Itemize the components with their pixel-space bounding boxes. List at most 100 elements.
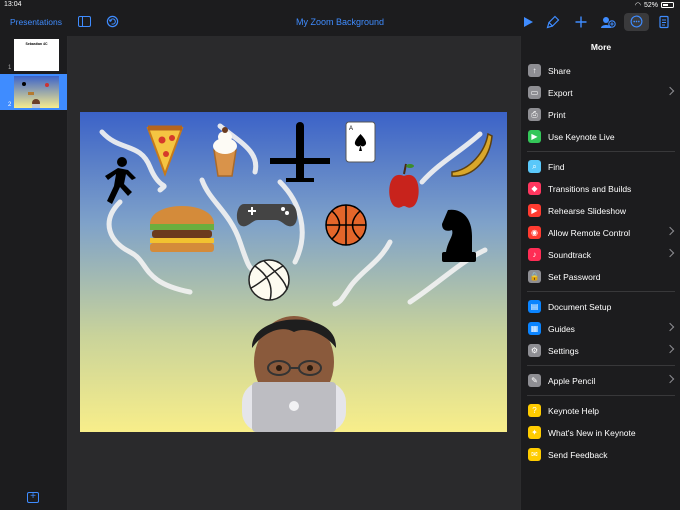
pizza-icon <box>146 125 184 177</box>
wifi-icon: ◠ <box>634 2 641 9</box>
airplane-icon <box>270 122 330 182</box>
menu-item-apple-pencil[interactable]: ✎ Apple Pencil <box>521 370 680 392</box>
menu-item-export[interactable]: ▭ Export <box>521 82 680 104</box>
menu-item-soundtrack[interactable]: ♪ Soundtrack <box>521 244 680 266</box>
menu-item-find[interactable]: ⌕ Find <box>521 156 680 178</box>
menu-item-label: What's New in Keynote <box>548 428 636 438</box>
apple-icon <box>389 163 419 208</box>
slide-thumbnail-2 <box>14 76 59 108</box>
slide-navigator: 1 Sebastian 4C 2 + <box>0 36 68 510</box>
remote-icon: ◉ <box>528 226 541 239</box>
lock-icon: 🔒 <box>528 270 541 283</box>
menu-item-document-setup[interactable]: ▤ Document Setup <box>521 296 680 318</box>
keynote-live-icon: ▶ <box>528 130 541 143</box>
chevron-right-icon <box>665 322 675 332</box>
menu-item-print[interactable]: ⎙ Print <box>521 104 680 126</box>
slide-artwork: A <box>99 121 493 432</box>
more-icon <box>630 15 643 28</box>
menu-item-what-s-new-in-keynote[interactable]: ✦ What's New in Keynote <box>521 422 680 444</box>
menu-item-send-feedback[interactable]: ✉ Send Feedback <box>521 444 680 466</box>
presentations-button[interactable]: Presentations <box>10 17 62 27</box>
chevron-right-icon <box>665 226 675 236</box>
menu-item-settings[interactable]: ⚙ Settings <box>521 340 680 362</box>
menu-separator <box>527 151 675 152</box>
chalk-line <box>332 239 393 307</box>
add-slide-button[interactable]: + <box>27 492 39 503</box>
menu-item-label: Apple Pencil <box>548 376 596 386</box>
menu-item-label: Share <box>548 66 571 76</box>
menu-item-label: Send Feedback <box>548 450 608 460</box>
menu-separator <box>527 395 675 396</box>
menu-item-label: Find <box>548 162 565 172</box>
add-icon[interactable] <box>574 15 588 29</box>
menu-item-share[interactable]: ↑ Share <box>521 60 680 82</box>
menu-item-label: Soundtrack <box>548 250 591 260</box>
menu-item-label: Keynote Help <box>548 406 600 416</box>
menu-separator <box>527 291 675 292</box>
menu-separator <box>527 365 675 366</box>
wrench-icon: ⚙ <box>528 344 541 357</box>
menu-item-guides[interactable]: ▦ Guides <box>521 318 680 340</box>
menu-item-use-keynote-live[interactable]: ▶ Use Keynote Live <box>521 126 680 148</box>
menu-item-allow-remote-control[interactable]: ◉ Allow Remote Control <box>521 222 680 244</box>
chevron-right-icon <box>665 86 675 96</box>
thumbnail-preview <box>22 82 49 108</box>
slide-thumbnail-1[interactable]: Sebastian 4C <box>14 39 59 71</box>
undo-icon[interactable] <box>106 15 119 28</box>
chalk-line <box>419 131 483 185</box>
menu-item-set-password[interactable]: 🔒 Set Password <box>521 266 680 288</box>
more-panel: More ↑ Share ▭ Export ⎙ Print ▶ Use Keynote Liv… <box>520 36 680 510</box>
menu-item-label: Use Keynote Live <box>548 132 615 142</box>
whats-new-icon: ✦ <box>528 426 541 439</box>
slide-number: 1 <box>8 65 12 71</box>
share-icon: ↑ <box>528 64 541 77</box>
menu-item-label: Transitions and Builds <box>548 184 632 194</box>
find-icon: ⌕ <box>528 160 541 173</box>
export-icon: ▭ <box>528 86 541 99</box>
menu-item-label: Document Setup <box>548 302 612 312</box>
menu-item-label: Guides <box>548 324 575 334</box>
runner-icon <box>105 157 136 204</box>
status-indicators: ◠ 52% <box>635 1 674 9</box>
chevron-right-icon <box>665 248 675 258</box>
game-controller-icon <box>236 204 298 227</box>
chess-knight-icon <box>442 209 476 262</box>
menu-item-keynote-help[interactable]: ? Keynote Help <box>521 400 680 422</box>
menu-item-label: Allow Remote Control <box>548 228 631 238</box>
transitions-icon: ◆ <box>528 182 541 195</box>
help-icon: ? <box>528 404 541 417</box>
battery-icon <box>661 2 674 8</box>
toolbar: Presentations My Zoom Background <box>0 10 680 36</box>
document-setup-icon: ▤ <box>528 300 541 313</box>
basketball-icon <box>325 204 367 246</box>
print-icon: ⎙ <box>528 108 541 121</box>
slide[interactable]: A <box>80 112 507 432</box>
menu-item-transitions-and-builds[interactable]: ◆ Transitions and Builds <box>521 178 680 200</box>
volleyball-icon <box>248 259 290 301</box>
menu-item-label: Settings <box>548 346 579 356</box>
slide-thumbnail-2-selected[interactable]: 2 <box>0 74 67 110</box>
menu-item-label: Set Password <box>548 272 601 282</box>
menu-item-label: Export <box>548 88 573 98</box>
more-button[interactable] <box>624 13 649 31</box>
chevron-right-icon <box>665 344 675 354</box>
sidebar-toggle-icon[interactable] <box>78 16 91 27</box>
collaborate-icon[interactable] <box>600 15 616 29</box>
svg-text:A: A <box>349 126 353 132</box>
slide-thumbnail-title: Sebastian 4C <box>25 42 48 46</box>
menu-item-label: Rehearse Slideshow <box>548 206 626 216</box>
pencil-icon: ✎ <box>528 374 541 387</box>
chevron-right-icon <box>665 374 675 384</box>
menu-item-label: Print <box>548 110 566 120</box>
clock: 13:04 <box>4 1 22 8</box>
menu-item-rehearse-slideshow[interactable]: ▶ Rehearse Slideshow <box>521 200 680 222</box>
guides-icon: ▦ <box>528 322 541 335</box>
document-icon[interactable] <box>657 15 671 29</box>
laptop-icon <box>252 382 336 432</box>
feedback-icon: ✉ <box>528 448 541 461</box>
play-icon[interactable] <box>521 15 535 29</box>
burger-icon <box>150 206 214 252</box>
format-brush-icon[interactable] <box>546 15 560 29</box>
soundtrack-icon: ♪ <box>528 248 541 261</box>
panel-title: More <box>590 42 612 52</box>
